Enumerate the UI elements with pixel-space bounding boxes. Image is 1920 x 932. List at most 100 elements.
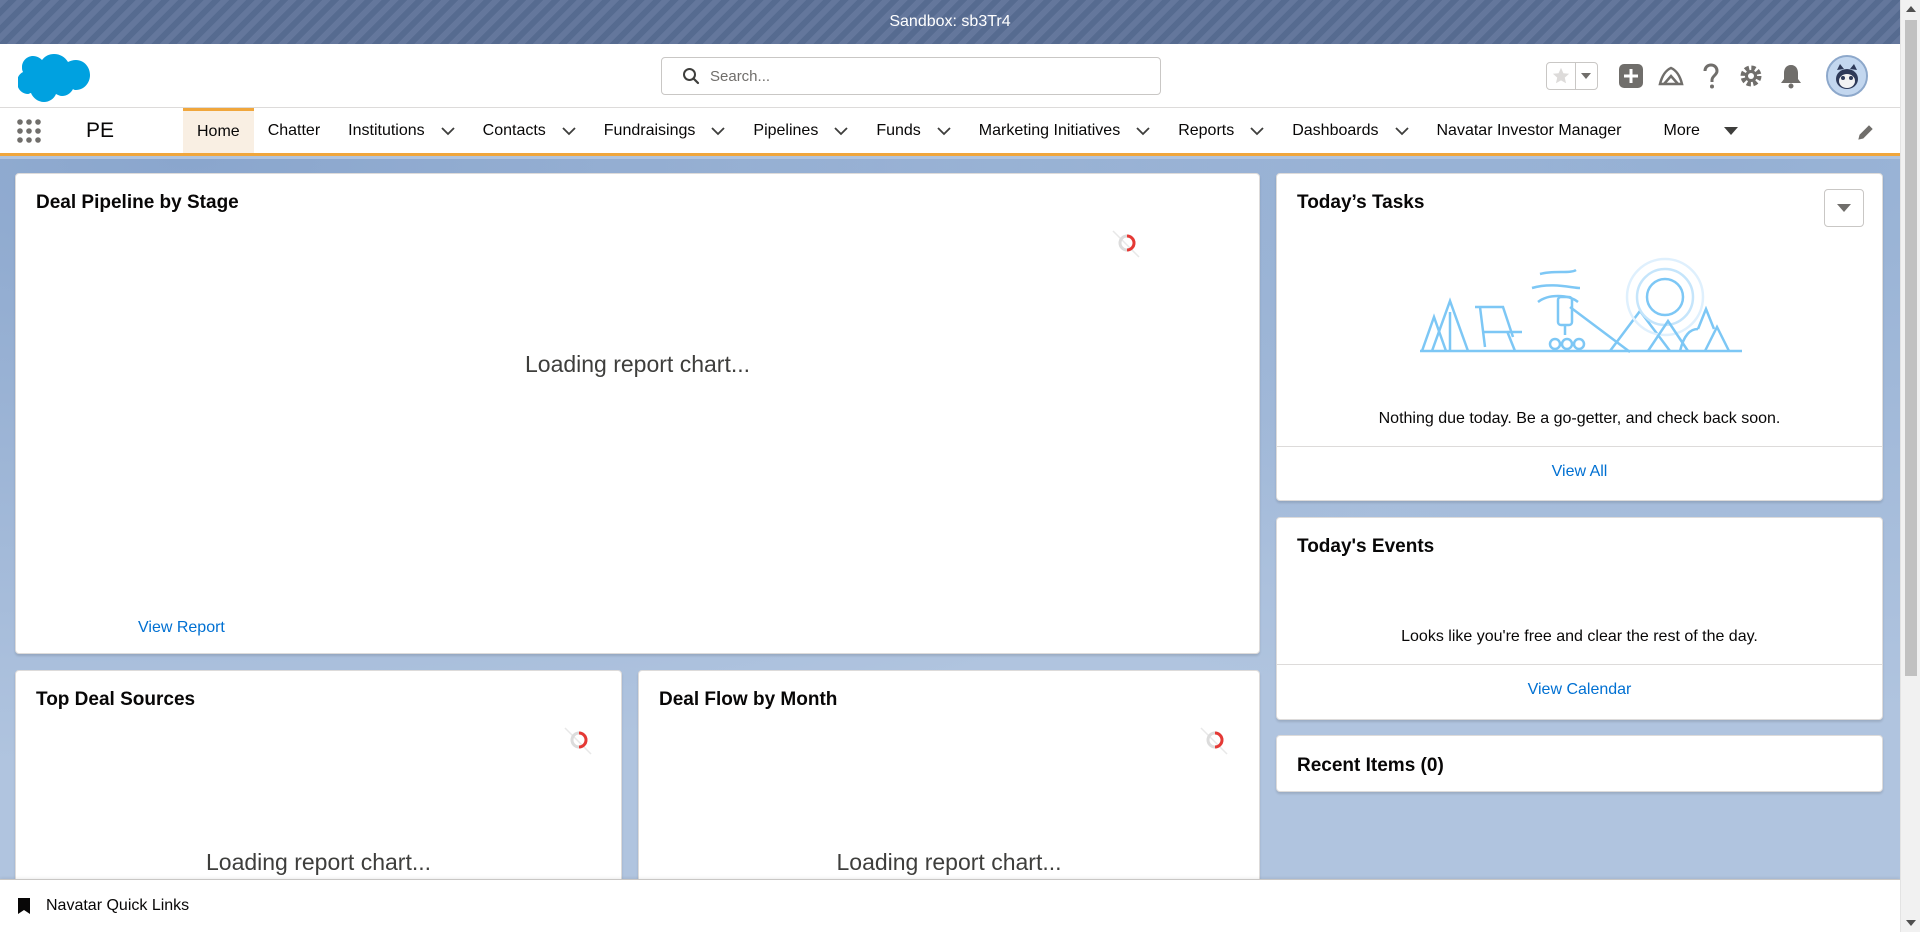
- pencil-icon[interactable]: [1858, 124, 1874, 140]
- plus-icon: [1619, 64, 1643, 88]
- chevron-down-icon: [1581, 73, 1592, 79]
- nav-item-label: Funds: [876, 121, 921, 139]
- loading-text: Loading report chart...: [836, 849, 1062, 875]
- favorites-list-button[interactable]: [1576, 63, 1597, 89]
- nav-item-label: Dashboards: [1292, 121, 1379, 139]
- gear-icon: [1740, 65, 1762, 87]
- tasks-empty-message: Nothing due today. Be a go-getter, and c…: [1378, 410, 1781, 427]
- bookmark-icon: [18, 898, 30, 914]
- quick-links-button[interactable]: Navatar Quick Links: [18, 897, 189, 915]
- caret-down-icon: [1723, 126, 1738, 135]
- caret-down-icon: [1837, 204, 1851, 212]
- loading-spinner-icon: [564, 727, 592, 755]
- nav-item-contacts[interactable]: Contacts: [469, 108, 590, 153]
- tasks-footer: View All: [1277, 446, 1882, 498]
- nav-item-reports[interactable]: Reports: [1164, 108, 1278, 153]
- nav-items: Home Chatter Institutions Contacts Fundraisi…: [183, 108, 1635, 153]
- chevron-down-icon[interactable]: [937, 124, 951, 138]
- nav-item-label: Pipelines: [753, 121, 819, 139]
- view-report-link[interactable]: View Report: [138, 619, 225, 637]
- favorites-button[interactable]: [1547, 63, 1576, 89]
- help-button[interactable]: [1698, 63, 1724, 89]
- chevron-down-icon[interactable]: [834, 124, 848, 138]
- top-deal-sources-card: Top Deal Sources Loading report chart...: [15, 670, 622, 890]
- nav-item-navatar-investor-manager[interactable]: Navatar Investor Manager: [1423, 108, 1636, 153]
- tasks-menu-button[interactable]: [1824, 189, 1864, 227]
- sandbox-label: Sandbox: sb3Tr4: [889, 13, 1011, 30]
- sandbox-banner: Sandbox: sb3Tr4: [0, 0, 1900, 44]
- scroll-thumb[interactable]: [1905, 20, 1917, 676]
- global-header: [0, 44, 1900, 108]
- avatar[interactable]: [1826, 55, 1868, 97]
- nav-item-dashboards[interactable]: Dashboards: [1278, 108, 1422, 153]
- todays-events-card: Today's Events Looks like you're free an…: [1276, 517, 1883, 720]
- nav-item-label: Home: [197, 123, 240, 140]
- nav-item-funds[interactable]: Funds: [862, 108, 964, 153]
- utility-bar: Navatar Quick Links: [0, 879, 1900, 932]
- scroll-up-arrow[interactable]: [1906, 6, 1916, 12]
- recent-items-card: Recent Items (0): [1276, 735, 1883, 792]
- header-actions: [1546, 44, 1900, 108]
- nav-item-label: Contacts: [482, 121, 546, 139]
- view-all-link[interactable]: View All: [1552, 463, 1608, 480]
- deal-flow-card: Deal Flow by Month Loading report chart.…: [638, 670, 1260, 890]
- global-actions-button[interactable]: [1618, 63, 1644, 89]
- todays-tasks-card: Today’s Tasks Nothing due today. Be a go…: [1276, 173, 1883, 501]
- nav-more[interactable]: More: [1635, 108, 1751, 153]
- chevron-down-icon[interactable]: [441, 124, 455, 138]
- trailhead-button[interactable]: [1658, 63, 1684, 89]
- nav-more-label: More: [1663, 121, 1700, 139]
- favorites-group: [1546, 62, 1598, 90]
- events-empty-message: Looks like you're free and clear the res…: [1401, 628, 1758, 645]
- setup-button[interactable]: [1738, 63, 1764, 89]
- star-icon: [1552, 67, 1570, 84]
- nav-item-home[interactable]: Home: [183, 108, 254, 153]
- nav-item-label: Marketing Initiatives: [978, 121, 1121, 139]
- card-title: Today's Events: [1297, 536, 1435, 557]
- chevron-down-icon[interactable]: [562, 124, 576, 138]
- deal-pipeline-card: Deal Pipeline by Stage Loading report ch…: [15, 173, 1260, 654]
- chevron-down-icon[interactable]: [1394, 124, 1409, 138]
- card-title: Deal Pipeline by Stage: [36, 192, 239, 213]
- search-icon: [683, 68, 700, 85]
- page-scrollbar[interactable]: [1900, 0, 1920, 932]
- scroll-down-arrow[interactable]: [1906, 920, 1916, 926]
- nav-item-fundraisings[interactable]: Fundraisings: [590, 108, 740, 153]
- app-launcher-button[interactable]: [0, 108, 46, 153]
- nav-item-label: Chatter: [267, 121, 321, 139]
- nav-item-marketing-initiatives[interactable]: Marketing Initiatives: [965, 108, 1164, 153]
- view-calendar-link[interactable]: View Calendar: [1528, 681, 1632, 698]
- app-nav-bar: PE Home Chatter Institutions Contacts Fundra…: [0, 108, 1900, 156]
- nav-item-chatter[interactable]: Chatter: [254, 108, 334, 153]
- nav-item-label: Navatar Investor Manager: [1436, 121, 1622, 139]
- quick-links-label: Navatar Quick Links: [46, 897, 190, 914]
- chevron-down-icon[interactable]: [1250, 124, 1264, 138]
- global-search[interactable]: [661, 57, 1161, 95]
- chevron-down-icon[interactable]: [711, 124, 726, 138]
- card-title: Deal Flow by Month: [659, 689, 838, 710]
- search-input[interactable]: [710, 67, 1110, 85]
- user-avatar-icon: [1828, 57, 1866, 95]
- salesforce-cloud-logo[interactable]: [18, 50, 92, 102]
- chevron-down-icon[interactable]: [1136, 124, 1150, 138]
- app-name: PE: [86, 118, 115, 142]
- nav-item-label: Institutions: [348, 121, 425, 139]
- loading-text: Loading report chart...: [524, 351, 751, 377]
- card-title: Top Deal Sources: [36, 689, 196, 710]
- nav-item-label: Fundraisings: [603, 121, 696, 139]
- trailhead-icon: [1658, 66, 1684, 86]
- empty-tasks-illustration: [1420, 257, 1742, 353]
- app-launcher-icon: [17, 118, 41, 143]
- nav-item-institutions[interactable]: Institutions: [334, 108, 468, 153]
- nav-item-pipelines[interactable]: Pipelines: [739, 108, 862, 153]
- loading-text: Loading report chart...: [205, 849, 432, 875]
- card-title: Recent Items (0): [1297, 755, 1444, 776]
- bell-icon: [1781, 65, 1801, 89]
- card-title: Today’s Tasks: [1297, 192, 1425, 213]
- events-footer: View Calendar: [1277, 664, 1882, 716]
- help-icon: [1703, 63, 1719, 89]
- loading-spinner-icon: [1112, 230, 1140, 258]
- notifications-button[interactable]: [1778, 63, 1804, 89]
- nav-item-label: Reports: [1178, 121, 1235, 139]
- loading-spinner-icon: [1200, 727, 1228, 755]
